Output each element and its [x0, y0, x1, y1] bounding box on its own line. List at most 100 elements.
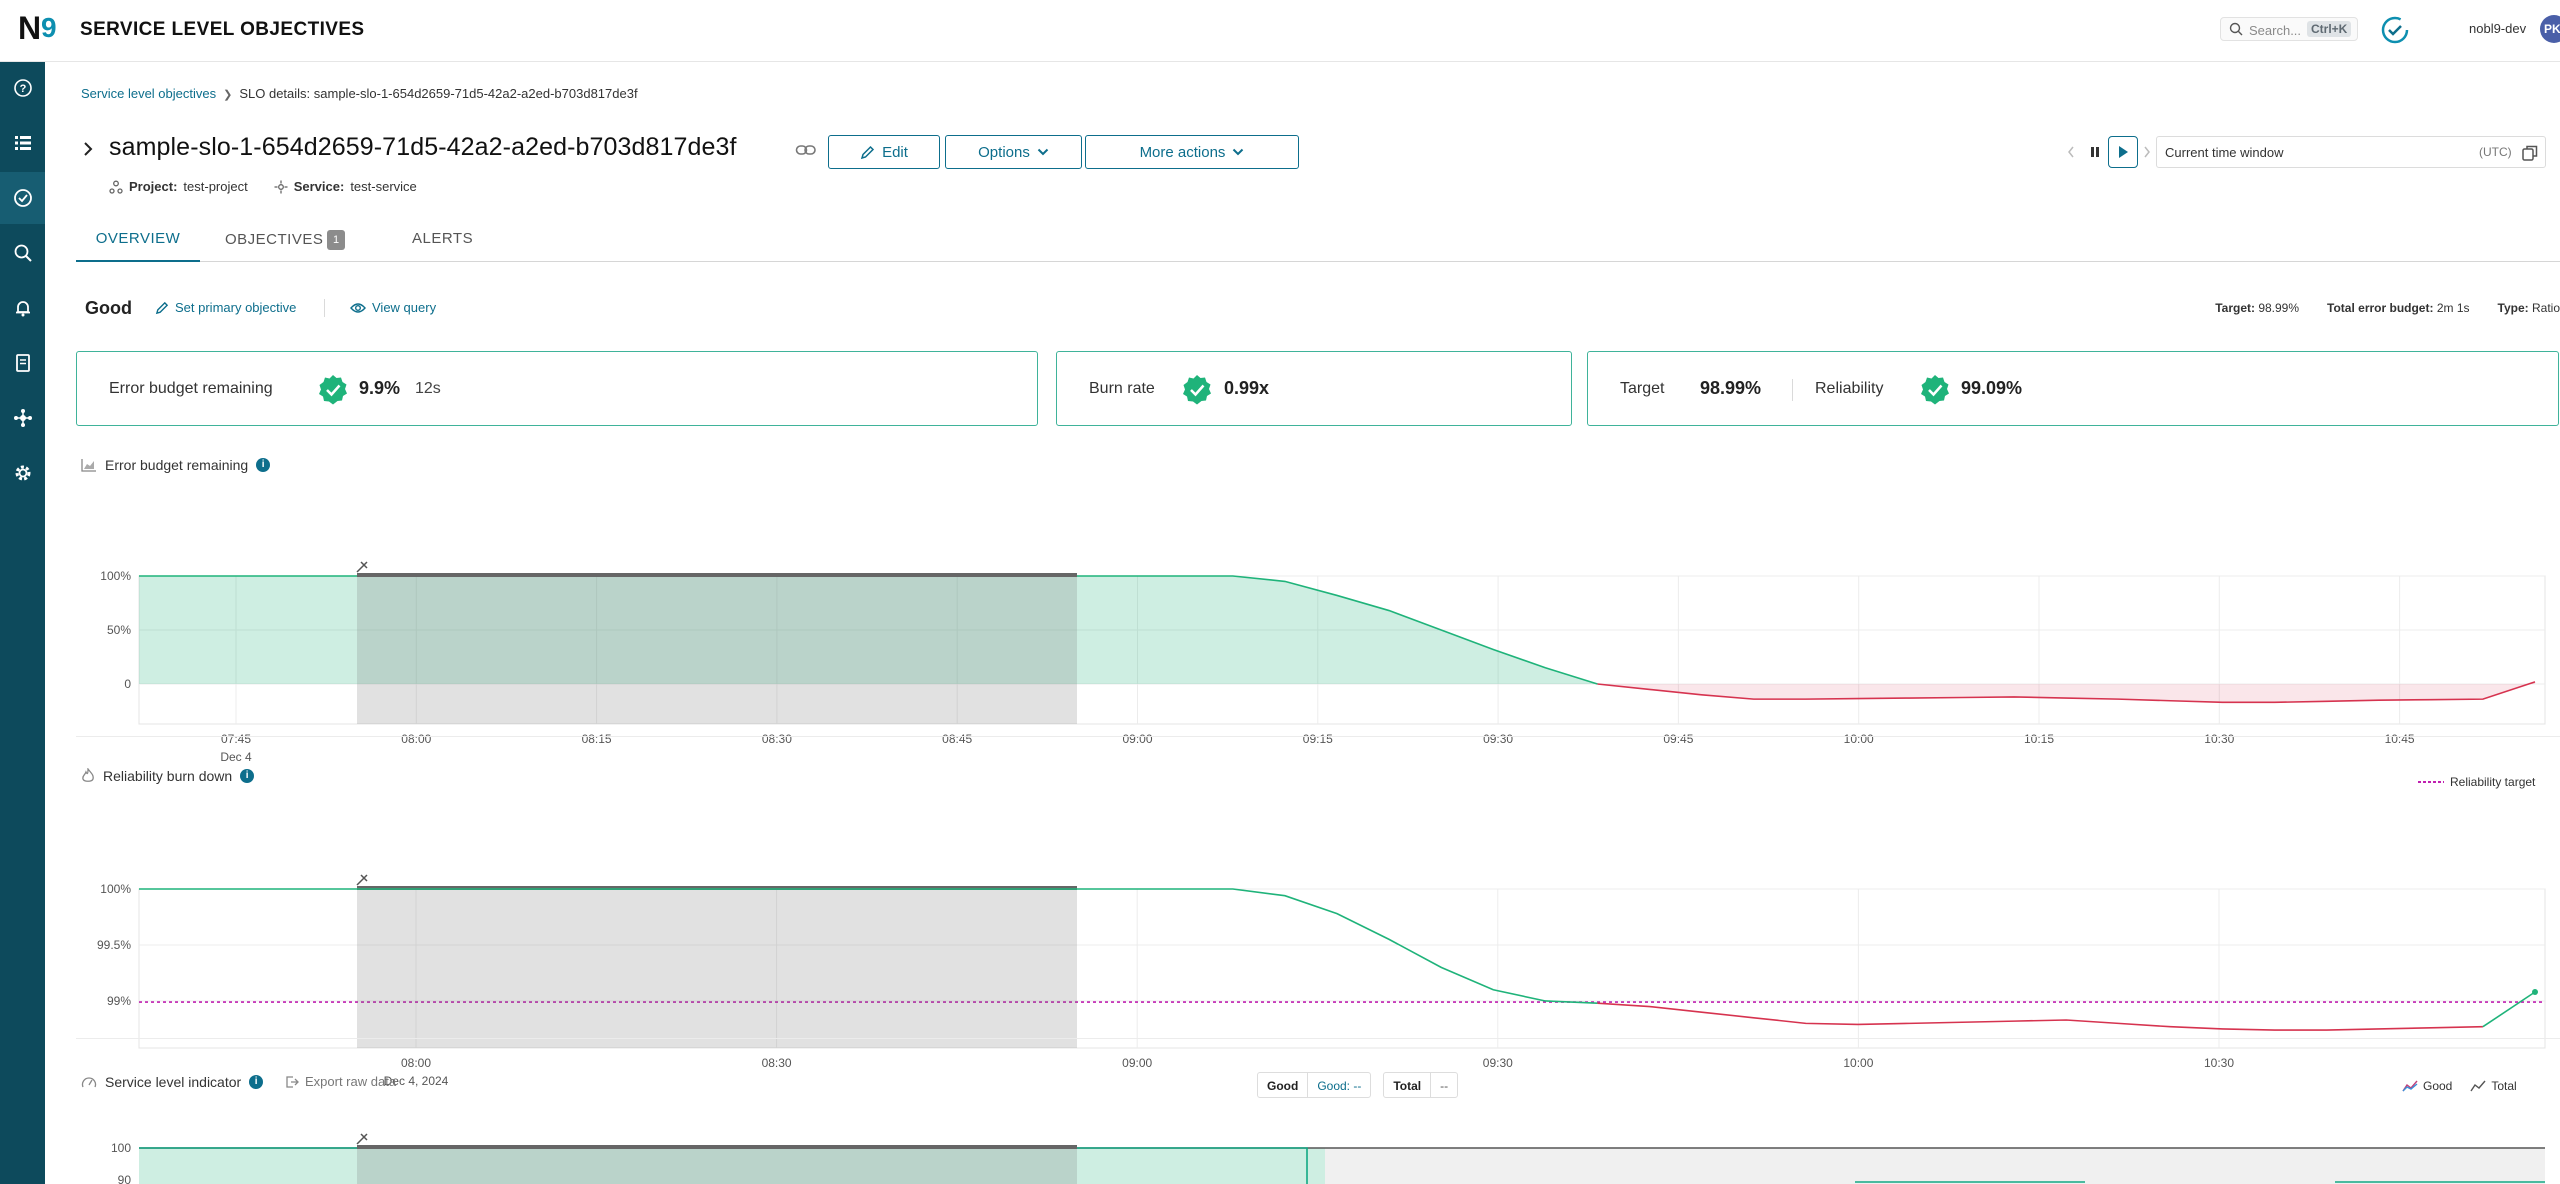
- divider: [1792, 379, 1793, 401]
- view-query-link[interactable]: View query: [350, 300, 436, 315]
- nav-settings[interactable]: [0, 447, 45, 499]
- objective-type: Type: Ratio: [2498, 301, 2560, 315]
- nav-search[interactable]: [0, 227, 45, 279]
- breadcrumb-root[interactable]: Service level objectives: [81, 86, 216, 101]
- y-tick-label: 100: [111, 1141, 131, 1155]
- service-value[interactable]: test-service: [350, 179, 416, 194]
- x-tick-label: 09:45: [1663, 732, 1693, 746]
- target-card-value: 98.99%: [1700, 378, 1762, 398]
- good-pill: Good Good: --: [1257, 1072, 1372, 1098]
- chevron-down-icon: [1233, 148, 1244, 156]
- copy-icon[interactable]: [2521, 144, 2539, 162]
- user-avatar[interactable]: PK: [2540, 15, 2560, 43]
- legend-total-label: Total: [2491, 1079, 2517, 1093]
- set-primary-objective-link[interactable]: Set primary objective: [155, 300, 296, 315]
- y-tick-label: 50%: [107, 623, 131, 637]
- info-icon[interactable]: i: [256, 458, 271, 472]
- type-label: Type:: [2497, 301, 2529, 315]
- series-line-recovery: [2482, 991, 2536, 1028]
- y-tick-label: 100%: [100, 882, 131, 896]
- global-search[interactable]: Search... Ctrl+K: [2220, 17, 2358, 41]
- info-icon[interactable]: i: [240, 769, 255, 783]
- org-name[interactable]: nobl9-dev: [2469, 21, 2526, 36]
- nav-list[interactable]: [0, 117, 45, 169]
- chevron-left-icon[interactable]: [2066, 145, 2076, 159]
- burn-rate-card: Burn rate 0.99x: [1056, 351, 1572, 426]
- eye-icon: [350, 302, 366, 313]
- edit-button[interactable]: Edit: [828, 135, 940, 169]
- pause-button[interactable]: [2084, 137, 2106, 167]
- x-tick-label: 09:00: [1122, 732, 1152, 746]
- nobl9-logo[interactable]: N 9: [18, 10, 66, 46]
- svg-text:?: ?: [19, 83, 26, 95]
- check-circle-icon: [1921, 375, 1949, 405]
- nav-help[interactable]: ?: [0, 62, 45, 114]
- gauge-icon: [81, 1077, 97, 1088]
- chevron-right-icon[interactable]: [2142, 145, 2152, 159]
- time-window-label: Current time window: [2165, 145, 2284, 160]
- set-primary-label: Set primary objective: [175, 300, 297, 315]
- more-actions-label: More actions: [1139, 143, 1226, 161]
- error-budget-chart[interactable]: 07:45 08:00 08:15 08:30 08:45 09:00 09:15 09:30…: [45, 482, 2560, 772]
- error-budget-value: 9.9%: [359, 378, 401, 398]
- time-window-field[interactable]: Current time window (UTC): [2156, 136, 2546, 168]
- sli-chart-header: Service level indicator i: [81, 1074, 264, 1090]
- legend-total[interactable]: Total: [2470, 1079, 2517, 1093]
- info-icon[interactable]: i: [249, 1075, 264, 1089]
- copy-link-icon[interactable]: [795, 141, 817, 159]
- service-meta: Service: test-service: [274, 179, 417, 194]
- divider: [324, 299, 325, 317]
- nav-reports[interactable]: [0, 337, 45, 389]
- breadcrumb-current: SLO details: sample-slo-1-654d2659-71d5-…: [239, 86, 638, 101]
- series-line-bad: [1597, 1002, 2483, 1031]
- help-icon: ?: [13, 79, 32, 97]
- total-pill: Total --: [1383, 1072, 1459, 1098]
- chevron-down-icon: [1037, 148, 1049, 156]
- check-circle-icon: [319, 375, 347, 405]
- view-query-label: View query: [372, 300, 437, 315]
- options-button[interactable]: Options: [945, 135, 1082, 169]
- y-tick-label: 99.5%: [97, 938, 131, 952]
- sli-chart[interactable]: 100 90: [45, 1112, 2560, 1184]
- legend-good[interactable]: Good: [2402, 1079, 2452, 1093]
- tab-objectives[interactable]: OBJECTIVES 1: [225, 230, 346, 250]
- reliability-burn-down-chart[interactable]: 08:00 08:30 09:00 09:30 10:00 10:30Dec 4, 202…: [45, 794, 2560, 1094]
- pause-icon: [2091, 147, 2099, 157]
- total-pill-key: Total: [1384, 1073, 1432, 1097]
- line-chart-icon: [2470, 1080, 2486, 1092]
- search-placeholder: Search...: [2249, 23, 2302, 38]
- sli-value-pills: Good Good: -- Total --: [1257, 1072, 1459, 1098]
- x-tick-label: 10:15: [2024, 732, 2054, 746]
- nav-slo[interactable]: [0, 172, 45, 224]
- app-title: SERVICE LEVEL OBJECTIVES: [80, 19, 365, 40]
- search-icon: [2229, 22, 2243, 36]
- report-icon: [15, 354, 30, 372]
- type-value: Ratio: [2531, 301, 2560, 315]
- x-tick-label: 10:00: [1844, 732, 1874, 746]
- x-tick-label: 08:30: [762, 732, 792, 746]
- more-actions-button[interactable]: More actions: [1085, 135, 1299, 169]
- nav-alerts[interactable]: [0, 282, 45, 334]
- play-icon: [2119, 146, 2128, 158]
- export-raw-data-link[interactable]: Export raw data: [285, 1074, 396, 1089]
- reliability-target-legend[interactable]: Reliability target: [2418, 775, 2535, 789]
- tab-overview[interactable]: OVERVIEW: [76, 230, 200, 247]
- good-pill-key: Good: [1258, 1073, 1309, 1097]
- expand-chevron-icon[interactable]: [81, 141, 95, 157]
- budget-label: Total error budget:: [2327, 301, 2434, 315]
- legend-label: Reliability target: [2450, 775, 2536, 789]
- y-tick-label: 0: [124, 677, 131, 691]
- slo-status-icon[interactable]: [2380, 15, 2410, 45]
- objective-meta: Target: 98.99% Total error budget: 2m 1s…: [2215, 301, 2560, 315]
- project-value[interactable]: test-project: [183, 179, 247, 194]
- legend-good-label: Good: [2423, 1079, 2453, 1093]
- target-reliability-card: Target 98.99% Reliability 99.09%: [1587, 351, 2559, 426]
- tab-alerts[interactable]: ALERTS: [412, 230, 473, 247]
- breadcrumb: Service level objectives ❯ SLO details: sa…: [81, 86, 638, 101]
- play-button[interactable]: [2108, 136, 2138, 168]
- active-tab-indicator: [76, 260, 200, 262]
- error-budget-time: 12s: [415, 380, 441, 397]
- x-tick-label: 09:15: [1303, 732, 1333, 746]
- nav-integrations[interactable]: [0, 392, 45, 444]
- burn-down-chart-title: Reliability burn down: [103, 768, 233, 784]
